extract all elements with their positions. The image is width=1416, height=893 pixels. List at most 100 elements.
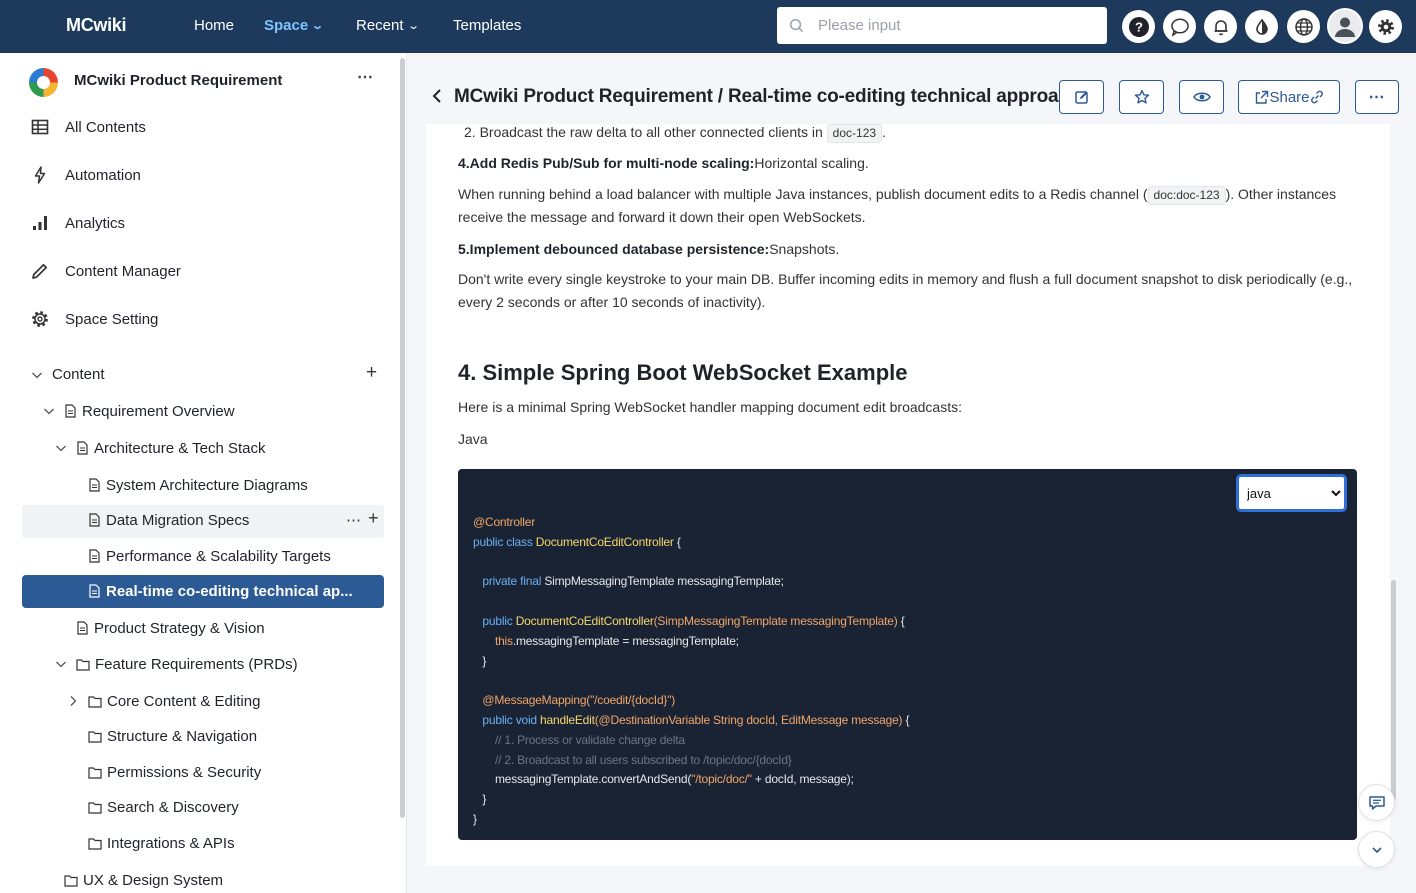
share-button[interactable]: Share [1238, 80, 1340, 114]
document-icon [89, 549, 100, 563]
code-token: handleEdit [540, 712, 595, 727]
code-token: public class [473, 534, 536, 549]
folder-icon [64, 874, 78, 887]
chevron-down-icon [32, 372, 42, 378]
code-comment: // 2. Broadcast to all users subscribed … [494, 752, 792, 767]
notifications-button[interactable] [1204, 10, 1237, 43]
code-token: public void [482, 712, 541, 727]
nav-templates[interactable]: Templates [453, 17, 521, 34]
tree-item-data-migration-specs[interactable]: Data Migration Specs [88, 510, 249, 530]
more-actions-button[interactable]: ⋯ [1355, 80, 1399, 114]
tree-item-search-discovery[interactable]: Search & Discovery [88, 797, 239, 817]
favorite-button[interactable] [1119, 80, 1164, 114]
tree-item-label: System Architecture Diagrams [106, 476, 308, 494]
help-button[interactable]: ? [1122, 10, 1155, 43]
space-title[interactable]: MCwiki Product Requirement [74, 72, 282, 89]
chevron-down-icon: ⌄ [311, 20, 325, 32]
watch-button[interactable] [1179, 80, 1224, 114]
search-icon [789, 18, 804, 33]
comment-panel-button[interactable] [1358, 784, 1395, 821]
document-icon [89, 478, 100, 492]
tree-item-system-architecture-diagrams[interactable]: System Architecture Diagrams [88, 475, 308, 495]
document-icon [77, 621, 88, 635]
tree-item-feature-requirements[interactable]: Feature Requirements (PRDs) [54, 654, 298, 674]
code-token: .messagingTemplate = messagingTemplate; [512, 633, 739, 648]
nav-space-label: Space [264, 17, 309, 34]
sidebar-item-content-manager[interactable]: Content Manager [30, 259, 181, 283]
tree-item-structure-navigation[interactable]: Structure & Navigation [88, 726, 257, 746]
tree-item-performance-targets[interactable]: Performance & Scalability Targets [88, 546, 331, 566]
bell-icon [1214, 19, 1227, 35]
code-content: @Controller public class DocumentCoEditC… [473, 513, 910, 830]
scroll-down-button[interactable] [1358, 831, 1395, 868]
table-icon [31, 119, 49, 135]
sidebar-item-label: Content Manager [65, 262, 181, 280]
tree-item-permissions-security[interactable]: Permissions & Security [88, 762, 261, 782]
folder-icon [88, 837, 102, 850]
code-token: @MessageMapping("/coedit/{docId}") [482, 693, 676, 708]
tree-item-product-strategy[interactable]: Product Strategy & Vision [76, 618, 265, 638]
nav-home-label: Home [194, 17, 235, 34]
inline-code: doc:doc-123 [1147, 186, 1226, 205]
share-label: Share [1269, 88, 1310, 106]
sidebar-item-space-setting[interactable]: Space Setting [30, 307, 158, 331]
comments-button[interactable] [1163, 10, 1196, 43]
content-scrollbar[interactable] [1391, 580, 1396, 800]
step4-paragraph: When running behind a load balancer with… [458, 183, 1368, 229]
nav-space[interactable]: Space ⌄ [264, 17, 325, 34]
svg-text:?: ? [1135, 19, 1143, 34]
step5-heading: 5.Implement debounced database persisten… [458, 238, 1368, 261]
folder-icon [88, 730, 102, 743]
code-token: } [473, 811, 477, 826]
code-token: (SimpMessagingTemplate messagingTemplate… [653, 613, 898, 628]
avatar-icon [1335, 17, 1355, 37]
add-content-icon[interactable]: + [366, 362, 377, 384]
sidebar-item-automation[interactable]: Automation [30, 163, 141, 187]
tree-item-label: Data Migration Specs [106, 511, 250, 529]
sidebar-item-analytics[interactable]: Analytics [30, 211, 125, 235]
edit-button[interactable] [1059, 80, 1104, 114]
sidebar-scrollbar[interactable] [400, 58, 405, 818]
tree-item-label: Feature Requirements (PRDs) [95, 655, 298, 673]
settings-button[interactable] [1369, 10, 1402, 43]
code-token: { [673, 534, 681, 549]
chevron-down-icon [56, 445, 66, 452]
tree-item-integrations-apis[interactable]: Integrations & APIs [88, 833, 235, 853]
tree-item-requirement-overview[interactable]: Requirement Overview [42, 401, 235, 421]
gear-icon [32, 311, 48, 327]
tree-item-label: Product Strategy & Vision [94, 619, 265, 637]
nav-home[interactable]: Home [194, 17, 234, 34]
code-token: "/topic/doc/" [691, 772, 752, 787]
user-avatar[interactable] [1327, 8, 1363, 44]
code-line: @Controller [473, 515, 536, 529]
tree-item-architecture[interactable]: Architecture & Tech Stack [54, 438, 265, 458]
more-options-icon: ⋯ [1368, 89, 1386, 106]
search-box[interactable]: Please input [777, 7, 1107, 44]
code-token: { [902, 712, 910, 727]
comment-icon [1368, 795, 1385, 810]
content-section-toggle[interactable]: Content [30, 366, 105, 383]
eye-icon [1192, 92, 1211, 102]
chevron-down-icon [1371, 846, 1382, 853]
gear-icon [1377, 18, 1394, 35]
tree-item-core-content[interactable]: Core Content & Editing [66, 691, 260, 711]
nav-recent[interactable]: Recent ⌄ [356, 17, 420, 34]
tree-item-ux-design-system[interactable]: UX & Design System [64, 870, 223, 890]
app-logo[interactable]: MCwiki [66, 15, 127, 36]
more-options-icon[interactable]: ⋯ [357, 67, 374, 87]
tree-item-realtime-coediting[interactable]: Real-time co-editing technical ap... [88, 581, 353, 601]
tree-item-label: Permissions & Security [107, 763, 262, 781]
code-token: + docId, message); [751, 772, 854, 787]
back-button[interactable] [430, 88, 444, 109]
language-button[interactable] [1287, 10, 1320, 43]
section-intro: Here is a minimal Spring WebSocket handl… [458, 399, 962, 415]
more-options-icon[interactable]: ⋯ [346, 511, 361, 529]
code-language-select[interactable]: java [1236, 474, 1347, 512]
search-input[interactable]: Please input [818, 17, 901, 34]
add-child-icon[interactable]: + [368, 508, 379, 529]
sidebar-item-all-contents[interactable]: All Contents [30, 115, 146, 139]
code-token: SimpMessagingTemplate messagingTemplate; [544, 574, 784, 589]
code-token: private final [482, 574, 545, 589]
theme-toggle-button[interactable] [1245, 10, 1278, 43]
nav-recent-label: Recent [356, 17, 404, 34]
